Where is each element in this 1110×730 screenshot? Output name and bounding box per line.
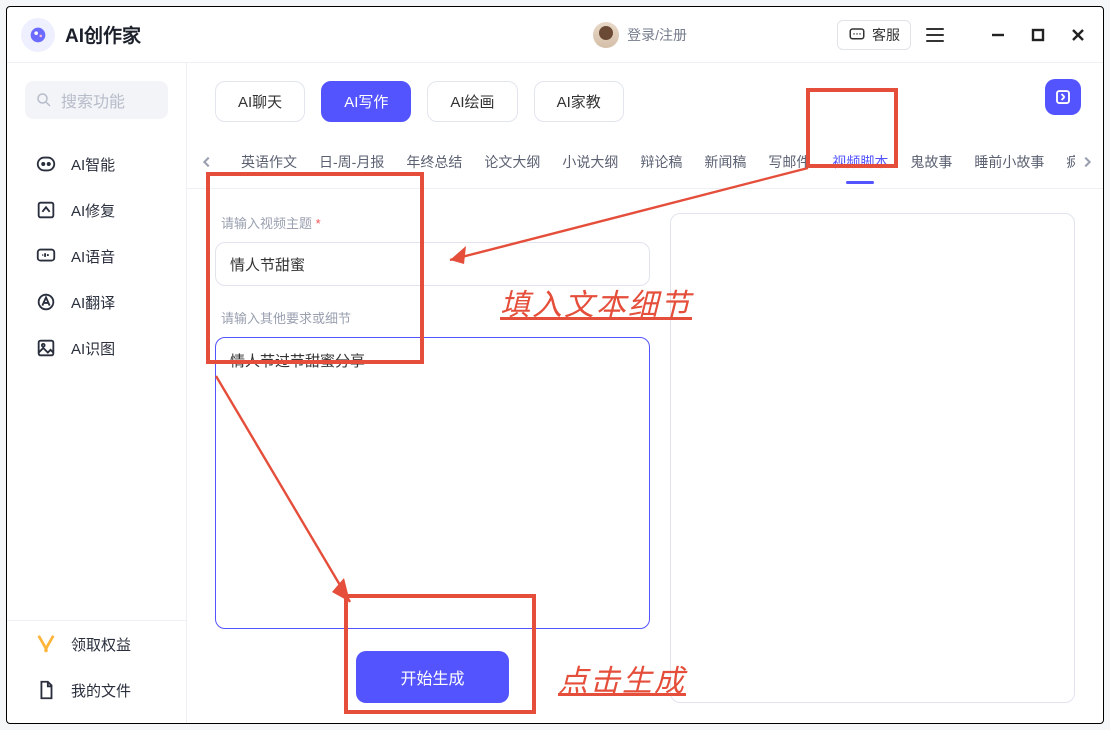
expand-icon bbox=[1054, 88, 1072, 106]
subtab-item[interactable]: 小说大纲 bbox=[562, 140, 618, 184]
tab-tutor[interactable]: AI家教 bbox=[534, 81, 624, 122]
topic-input[interactable] bbox=[215, 242, 650, 286]
search-icon bbox=[35, 91, 53, 109]
subtab-prev[interactable] bbox=[195, 150, 219, 174]
maximize-button[interactable] bbox=[1027, 24, 1049, 46]
translate-icon bbox=[35, 291, 57, 313]
voice-icon bbox=[35, 245, 57, 267]
tab-chat[interactable]: AI聊天 bbox=[215, 81, 305, 122]
sidebar-rewards[interactable]: 领取权益 bbox=[7, 620, 186, 667]
sidebar-item-label: AI识图 bbox=[71, 338, 115, 359]
detail-label: 请输入其他要求或细节 bbox=[221, 308, 650, 327]
repair-icon bbox=[35, 199, 57, 221]
search-input[interactable]: 搜索功能 bbox=[25, 81, 168, 119]
expand-button[interactable] bbox=[1045, 79, 1081, 115]
minimize-button[interactable] bbox=[987, 24, 1009, 46]
file-icon bbox=[35, 679, 57, 701]
sidebar-rewards-label: 领取权益 bbox=[71, 634, 131, 655]
subtab-next[interactable] bbox=[1075, 150, 1099, 174]
subtab-item[interactable]: 日-周-月报 bbox=[319, 140, 384, 184]
support-label: 客服 bbox=[872, 25, 900, 45]
generate-button[interactable]: 开始生成 bbox=[356, 651, 508, 703]
chat-icon bbox=[848, 26, 866, 44]
topic-label: 请输入视频主题 * bbox=[221, 213, 650, 232]
sidebar-item-label: AI翻译 bbox=[71, 292, 115, 313]
tab-write[interactable]: AI写作 bbox=[321, 81, 411, 122]
sidebar-item-ai-repair[interactable]: AI修复 bbox=[7, 187, 186, 233]
avatar[interactable] bbox=[593, 22, 619, 48]
subtab-item[interactable]: 论文大纲 bbox=[484, 140, 540, 184]
subtab-item-active[interactable]: 视频脚本 bbox=[832, 140, 888, 184]
subtab-item[interactable]: 英语作文 bbox=[241, 140, 297, 184]
sidebar-item-ai-vision[interactable]: AI识图 bbox=[7, 325, 186, 371]
sidebar-files-label: 我的文件 bbox=[71, 680, 131, 701]
image-icon bbox=[35, 337, 57, 359]
close-button[interactable] bbox=[1067, 24, 1089, 46]
detail-textarea[interactable] bbox=[215, 337, 650, 629]
menu-icon[interactable] bbox=[923, 23, 947, 47]
subtab-item[interactable]: 睡前小故事 bbox=[974, 140, 1044, 184]
search-placeholder: 搜索功能 bbox=[61, 88, 125, 112]
sidebar-item-ai-voice[interactable]: AI语音 bbox=[7, 233, 186, 279]
subtab-item[interactable]: 写邮件 bbox=[768, 140, 810, 184]
subtab-item[interactable]: 辩论稿 bbox=[640, 140, 682, 184]
subtab-item[interactable]: 鬼故事 bbox=[910, 140, 952, 184]
login-link[interactable]: 登录/注册 bbox=[627, 25, 687, 45]
reward-icon bbox=[35, 633, 57, 655]
support-button[interactable]: 客服 bbox=[837, 20, 911, 50]
sidebar-item-ai-smart[interactable]: AI智能 bbox=[7, 141, 186, 187]
sidebar-item-label: AI智能 bbox=[71, 154, 115, 175]
sidebar-item-label: AI语音 bbox=[71, 246, 115, 267]
output-panel bbox=[670, 213, 1075, 703]
sidebar-item-label: AI修复 bbox=[71, 200, 115, 221]
subtab-item[interactable]: 年终总结 bbox=[406, 140, 462, 184]
sidebar-files[interactable]: 我的文件 bbox=[7, 667, 186, 713]
sidebar-item-ai-translate[interactable]: AI翻译 bbox=[7, 279, 186, 325]
app-logo bbox=[21, 18, 55, 52]
app-title: AI创作家 bbox=[65, 21, 141, 48]
ai-icon bbox=[35, 153, 57, 175]
tab-draw[interactable]: AI绘画 bbox=[427, 81, 517, 122]
subtab-item[interactable]: 新闻稿 bbox=[704, 140, 746, 184]
